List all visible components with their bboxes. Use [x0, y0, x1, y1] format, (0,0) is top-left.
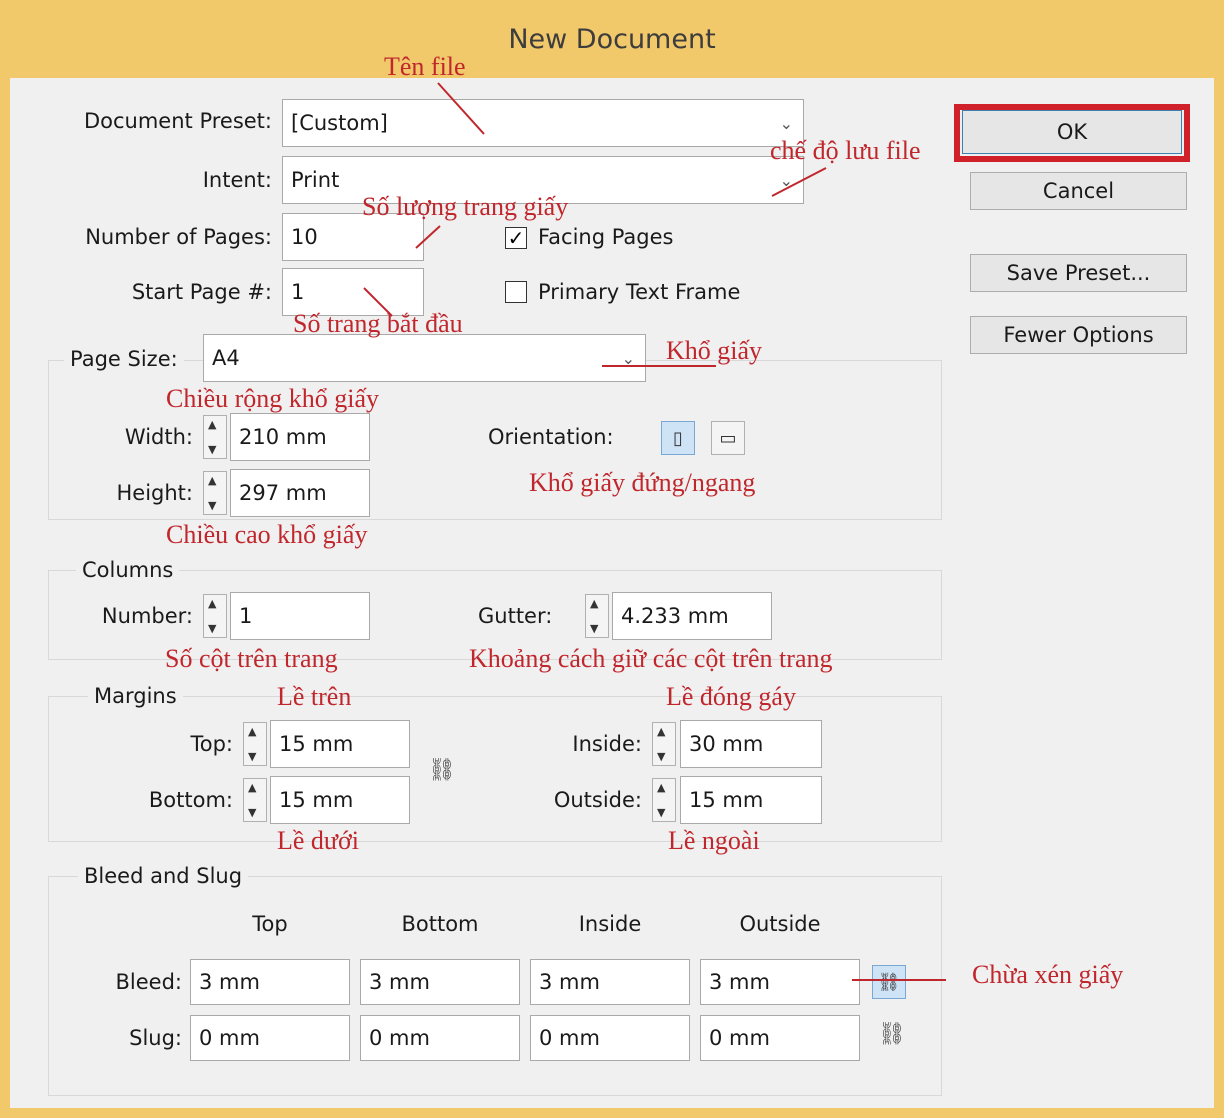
annotation-binding-margin: Lề đóng gáy — [666, 682, 796, 711]
annotation-bottom-margin: Lề dưới — [277, 826, 359, 855]
annotation-line-file-name — [437, 82, 485, 135]
annotation-page-count: Số lượng trang giấy — [362, 192, 569, 221]
annotation-start-page: Số trang bắt đầu — [293, 309, 463, 338]
annotation-line-save-mode — [771, 167, 827, 197]
annotation-bleed: Chừa xén giấy — [972, 960, 1124, 989]
annotation-paper-height: Chiều cao khổ giấy — [166, 520, 368, 549]
annotation-orientation: Khổ giấy đứng/ngang — [529, 468, 756, 497]
annotation-paper-size: Khổ giấy — [666, 336, 763, 365]
annotation-top-margin: Lề trên — [277, 682, 352, 711]
annotation-save-mode: chế độ lưu file — [770, 136, 921, 165]
annotation-paper-width: Chiều rộng khổ giấy — [166, 384, 380, 413]
annotation-gutter: Khoảng cách giữ các cột trên trang — [469, 644, 833, 673]
annotation-outside-margin: Lề ngoài — [668, 826, 760, 855]
annotation-lines — [363, 82, 946, 981]
annotation-column-count: Số cột trên trang — [165, 644, 338, 673]
annotation-file-name: Tên file — [384, 52, 466, 81]
annotation-line-page-count — [415, 225, 441, 249]
